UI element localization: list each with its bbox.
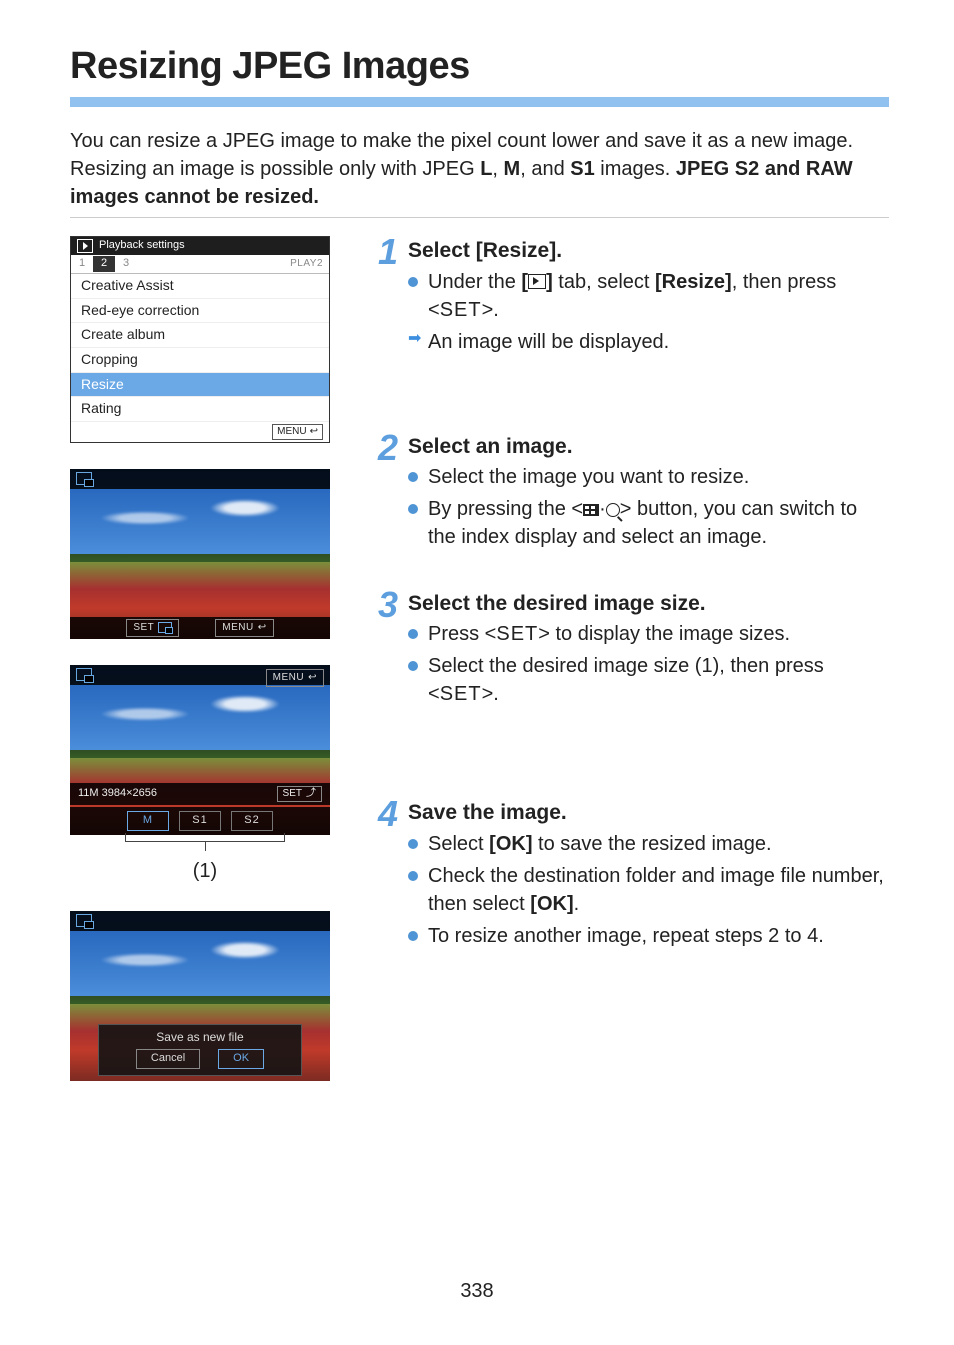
resize-mode-icon [76, 668, 92, 681]
index-icon [583, 504, 599, 516]
size-l-glyph: L [480, 158, 492, 180]
menu-item-selected: Resize [71, 373, 329, 398]
page-title: Resizing JPEG Images [70, 40, 889, 93]
step-1: 1 Select [Resize]. Under the [] tab, sel… [368, 236, 889, 359]
size-option-m: M [127, 811, 169, 831]
intro-divider [70, 217, 889, 218]
dialog-title: Save as new file [99, 1029, 301, 1046]
page-number: 338 [0, 1277, 954, 1305]
step-number: 3 [368, 587, 398, 712]
step-bullet: Under the [] tab, select [Resize], then … [408, 268, 889, 324]
resolution-text: 11M 3984×2656 [78, 786, 157, 801]
resize-mode-icon [76, 914, 92, 927]
steps-column: 1 Select [Resize]. Under the [] tab, sel… [368, 236, 889, 1081]
step-number: 4 [368, 796, 398, 953]
step-number: 1 [368, 234, 398, 359]
figure-size-select: MENU↩ 11M 3984×2656 SET⤴ M S1 S2 [70, 665, 330, 835]
step-title: Select [Resize]. [408, 236, 889, 265]
menu-item: Rating [71, 397, 329, 422]
intro-sep2: , and [520, 158, 570, 180]
menu-item: Creative Assist [71, 274, 329, 299]
figure-image-view: SET MENU↩ [70, 469, 330, 639]
figure-save-dialog: Save as new file Cancel OK [70, 911, 330, 1081]
menu-header: Playback settings [99, 238, 185, 253]
intro-bold-prefix: JPEG [676, 158, 735, 180]
menu-button-overlay: MENU↩ [266, 669, 324, 687]
menu-tab-3: 3 [115, 256, 137, 271]
menu-back-button: MENU↩ [272, 424, 323, 440]
menu-item: Red-eye correction [71, 299, 329, 324]
callout-bracket [125, 837, 285, 859]
save-dialog: Save as new file Cancel OK [98, 1024, 302, 1076]
step-number: 2 [368, 430, 398, 555]
step-bullet: Press <SET> to display the image sizes. [408, 620, 889, 648]
menu-tab-label: PLAY2 [290, 257, 323, 271]
step-result: An image will be displayed. [408, 328, 889, 356]
resize-icon [158, 622, 172, 633]
menu-item: Create album [71, 323, 329, 348]
playback-icon [77, 239, 93, 253]
resize-mode-icon [76, 472, 92, 485]
step-title: Save the image. [408, 798, 889, 827]
figure-size-select-wrapper: MENU↩ 11M 3984×2656 SET⤴ M S1 S2 (1) [70, 665, 340, 885]
figures-column: Playback settings 1 2 3 PLAY2 Creative A… [70, 236, 340, 1081]
set-button-overlay: SET⤴ [277, 786, 322, 802]
step-bullet: Check the destination folder and image f… [408, 862, 889, 918]
size-s2-glyph: S2 [735, 158, 759, 180]
step-4: 4 Save the image. Select [OK] to save th… [368, 798, 889, 953]
intro-text2: images. [595, 158, 676, 180]
title-rule [70, 97, 889, 107]
set-button-overlay: SET [126, 619, 179, 637]
step-bullet: Select [OK] to save the resized image. [408, 830, 889, 858]
size-m-glyph: M [504, 158, 521, 180]
step-title: Select the desired image size. [408, 589, 889, 618]
step-3: 3 Select the desired image size. Press <… [368, 589, 889, 712]
size-option-s2: S2 [231, 811, 273, 831]
playback-tab-icon [528, 274, 546, 289]
magnify-icon [606, 503, 620, 517]
size-s1-glyph: S1 [570, 158, 594, 180]
menu-button-overlay: MENU↩ [215, 619, 273, 637]
intro-paragraph: You can resize a JPEG image to make the … [70, 127, 889, 211]
step-bullet: Select the desired image size (1), then … [408, 652, 889, 708]
figure-menu: Playback settings 1 2 3 PLAY2 Creative A… [70, 236, 330, 443]
menu-tab-1: 1 [71, 256, 93, 271]
step-bullet: To resize another image, repeat steps 2 … [408, 922, 889, 950]
step-bullet: By pressing the <·> button, you can swit… [408, 495, 889, 551]
step-title: Select an image. [408, 432, 889, 461]
dialog-cancel-button: Cancel [136, 1049, 200, 1068]
dialog-ok-button: OK [218, 1049, 264, 1068]
menu-tab-2: 2 [93, 256, 115, 271]
size-option-s1: S1 [179, 811, 221, 831]
menu-item: Cropping [71, 348, 329, 373]
step-2: 2 Select an image. Select the image you … [368, 432, 889, 555]
intro-sep: , [492, 158, 503, 180]
callout-label: (1) [70, 857, 340, 885]
step-bullet: Select the image you want to resize. [408, 463, 889, 491]
